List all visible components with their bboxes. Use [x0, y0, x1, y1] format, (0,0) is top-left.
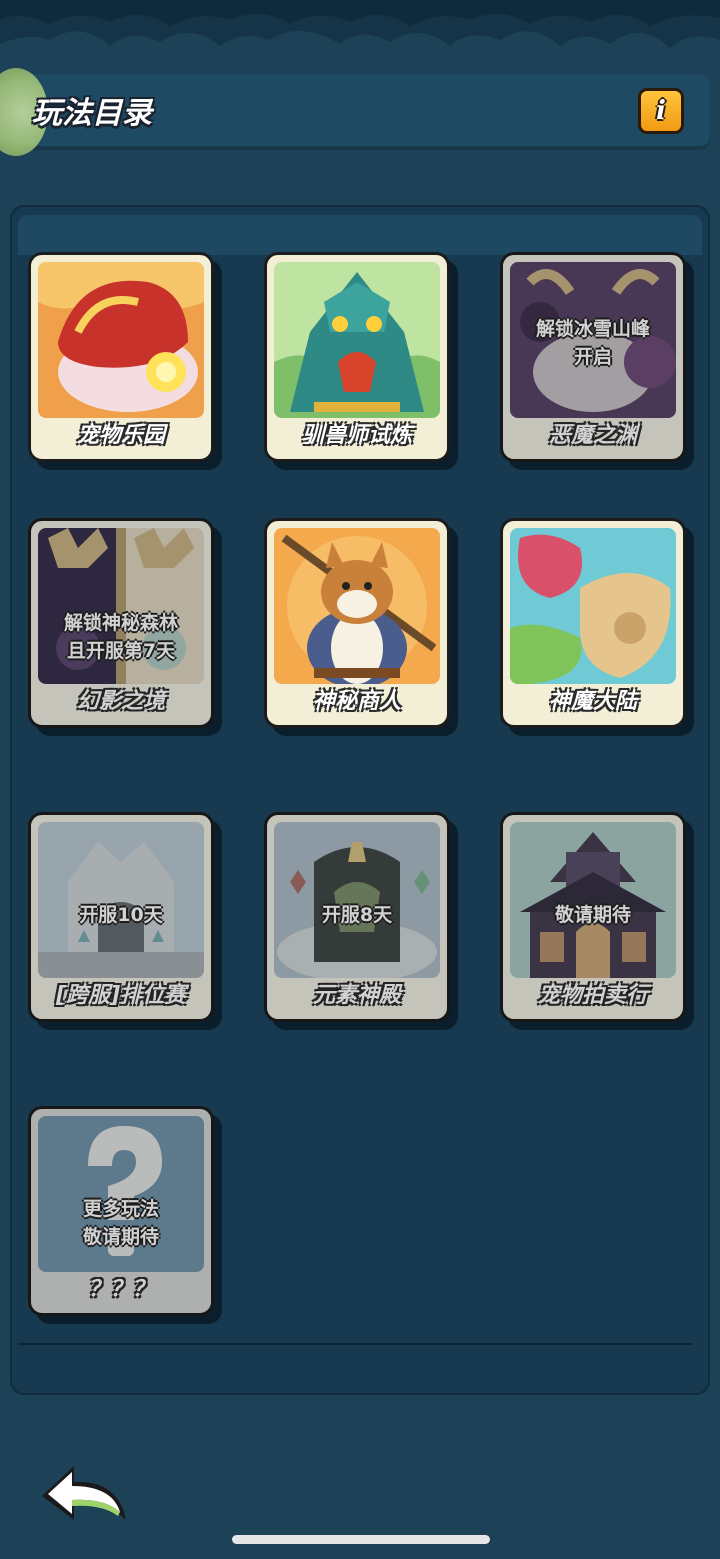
card-element-temple[interactable]: 开服8天 元素神殿 — [264, 812, 458, 1030]
card-demon-abyss[interactable]: 解锁冰雪山峰 开启 恶魔之渊 — [500, 252, 694, 470]
back-arrow-icon — [42, 1466, 126, 1520]
info-icon: i — [656, 96, 666, 126]
lock-condition-line1: 更多玩法 — [82, 1198, 159, 1220]
lock-condition-line1: 解锁神秘森林 — [63, 612, 178, 634]
card-cross-server-ranked[interactable]: 开服10天 [跨服]排位赛 — [28, 812, 222, 1030]
lock-condition-line1: 敬请期待 — [554, 904, 631, 926]
card-more-coming-soon[interactable]: 更多玩法 敬请期待 ？？？ — [28, 1106, 222, 1324]
beast-trainer-trial-art — [274, 262, 440, 418]
card-label: [跨服]排位赛 — [55, 983, 187, 1008]
lock-condition-line1: 开服10天 — [79, 904, 163, 926]
lock-condition-line2: 敬请期待 — [82, 1226, 159, 1248]
card-label: 恶魔之渊 — [548, 423, 637, 448]
card-beast-trainer-trial[interactable]: 驯兽师试炼 — [264, 252, 458, 470]
card-phantom-realm[interactable]: 解锁神秘森林 且开服第7天 幻影之境 — [28, 518, 222, 736]
card-label: 宠物乐园 — [76, 423, 165, 448]
lock-condition-line1: 开服8天 — [321, 904, 393, 926]
card-pet-park[interactable]: 宠物乐园 — [28, 252, 222, 470]
cross-server-ranked-art — [38, 822, 204, 978]
pet-park-art — [38, 262, 204, 418]
top-foliage-decoration — [0, 0, 720, 80]
card-label: 宠物拍卖行 — [537, 983, 648, 1008]
info-button[interactable]: i — [638, 88, 684, 134]
card-label: 元素神殿 — [312, 983, 401, 1008]
mystery-merchant-art — [274, 528, 440, 684]
card-label: 幻影之境 — [76, 689, 165, 714]
card-label: 神秘商人 — [312, 689, 401, 714]
panel-bottom-divider — [18, 1343, 692, 1345]
panel-header-strip — [18, 215, 702, 255]
lock-condition-line1: 解锁冰雪山峰 — [535, 318, 650, 340]
back-button[interactable] — [38, 1458, 130, 1528]
god-demon-continent-art — [510, 528, 676, 684]
lock-condition-line2: 且开服第7天 — [66, 640, 176, 662]
pet-auction-art — [510, 822, 676, 978]
lock-condition-line2: 开启 — [573, 346, 612, 368]
page-title: 玩法目录 — [32, 96, 152, 131]
card-label: 驯兽师试炼 — [301, 423, 412, 448]
element-temple-art — [274, 822, 440, 978]
card-mystery-merchant[interactable]: 神秘商人 — [264, 518, 458, 736]
card-god-demon-continent[interactable]: 神魔大陆 — [500, 518, 694, 736]
home-indicator[interactable] — [232, 1535, 490, 1544]
card-pet-auction[interactable]: 敬请期待 宠物拍卖行 — [500, 812, 694, 1030]
card-label: ？？？ — [87, 1277, 154, 1302]
card-label: 神魔大陆 — [548, 689, 637, 714]
